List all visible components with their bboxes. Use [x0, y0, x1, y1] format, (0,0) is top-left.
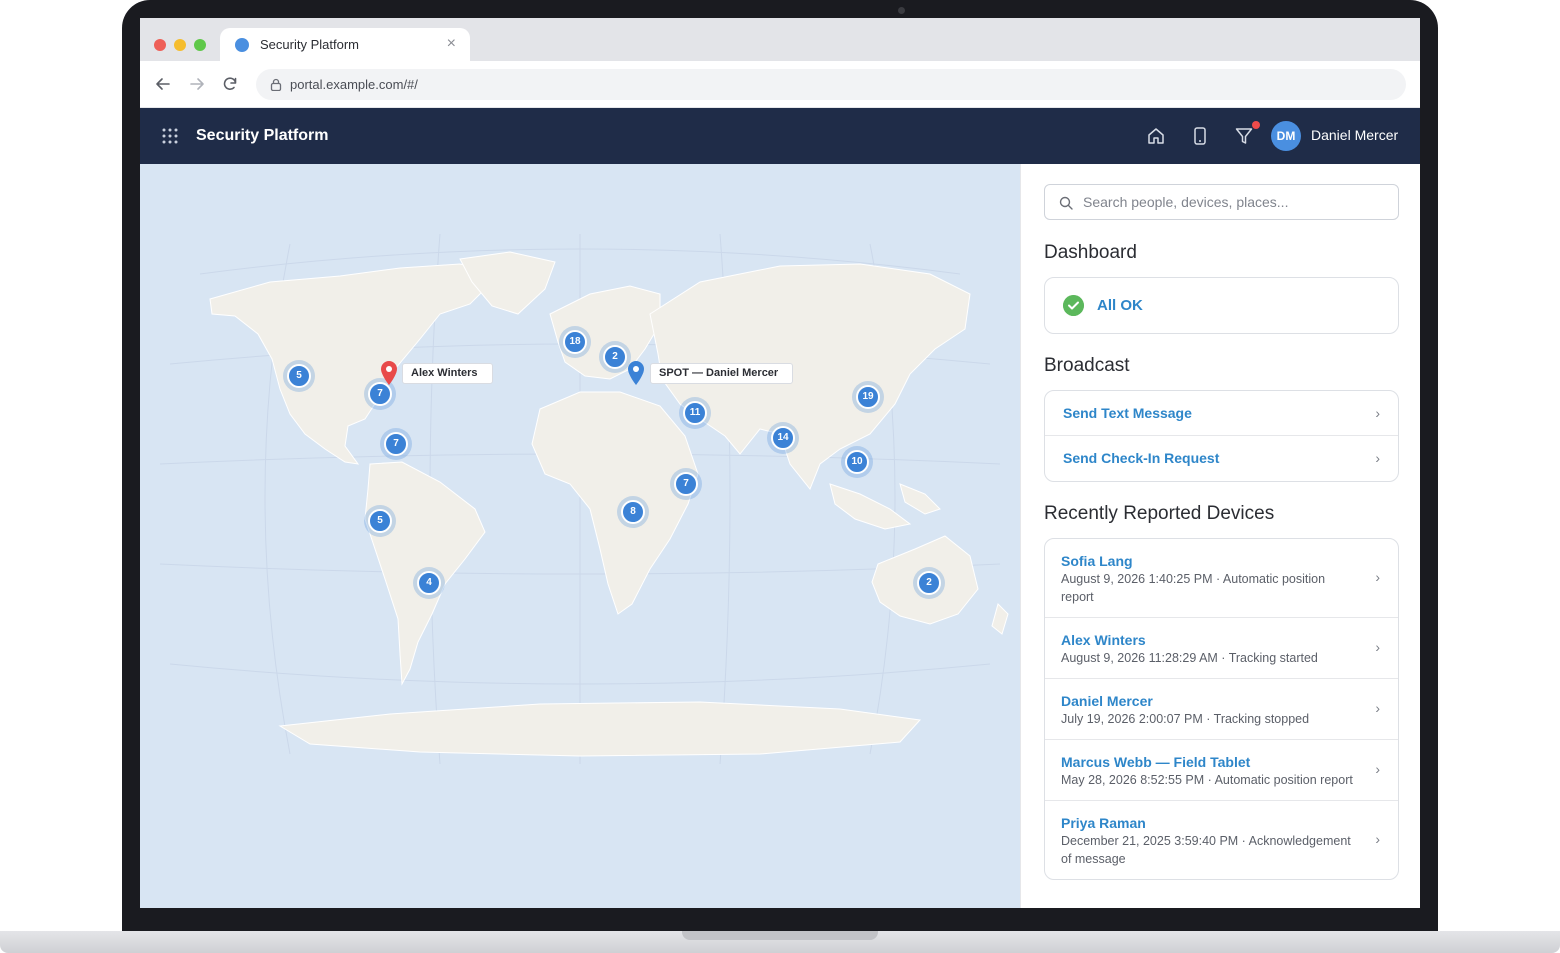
status-row[interactable]: All OK	[1045, 278, 1398, 333]
lock-icon	[270, 78, 282, 91]
tab-close-icon[interactable]: ×	[447, 35, 456, 53]
right-sidebar: Dashboard All OK Broadcast Send Text Mes…	[1020, 164, 1420, 908]
search-box[interactable]	[1044, 184, 1399, 220]
user-name[interactable]: Daniel Mercer	[1311, 127, 1398, 143]
cluster-marker[interactable]: 2	[917, 571, 941, 595]
maximize-window-button[interactable]	[194, 39, 206, 51]
cluster-marker[interactable]: 11	[683, 401, 707, 425]
address-bar: portal.example.com/#/	[140, 61, 1420, 108]
device-row[interactable]: Sofia Lang August 9, 2026 1:40:25 PM · A…	[1045, 539, 1398, 618]
app-title: Security Platform	[196, 127, 329, 144]
device-meta: August 9, 2026 1:40:25 PM · Automatic po…	[1061, 572, 1326, 604]
location-pin-icon[interactable]	[626, 360, 646, 386]
broadcast-title: Broadcast	[1044, 355, 1130, 376]
cluster-marker[interactable]: 19	[856, 385, 880, 409]
device-row[interactable]: Priya Raman December 21, 2025 3:59:40 PM…	[1045, 801, 1398, 879]
cluster-marker[interactable]: 14	[771, 426, 795, 450]
send-text-message-button[interactable]: Send Text Message ›	[1045, 391, 1398, 436]
cluster-marker[interactable]: 8	[621, 500, 645, 524]
location-pin-icon[interactable]	[379, 360, 399, 386]
device-icon[interactable]	[1190, 126, 1210, 146]
device-meta: August 9, 2026 11:28:29 AM · Tracking st…	[1061, 651, 1318, 665]
avatar[interactable]: DM	[1271, 121, 1301, 151]
forward-arrow-icon[interactable]	[188, 75, 206, 93]
laptop-notch	[682, 931, 878, 940]
cluster-marker[interactable]: 5	[287, 364, 311, 388]
tab-bar: Security Platform ×	[140, 18, 1420, 61]
world-map-land	[159, 233, 1009, 765]
filter-notification-dot	[1252, 121, 1260, 129]
broadcast-card: Send Text Message › Send Check-In Reques…	[1044, 390, 1399, 482]
browser-window: Security Platform × portal.example.com/#…	[140, 18, 1420, 908]
device-name: Alex Winters	[1061, 632, 1146, 648]
pin-label[interactable]: SPOT — Daniel Mercer	[650, 363, 794, 384]
apps-grid-icon[interactable]	[162, 128, 178, 144]
action-label: Send Check-In Request	[1063, 450, 1220, 466]
cluster-marker[interactable]: 7	[674, 472, 698, 496]
search-input[interactable]	[1083, 185, 1388, 219]
cluster-marker[interactable]: 10	[845, 450, 869, 474]
chevron-right-icon: ›	[1375, 761, 1380, 777]
world-map[interactable]: 5 7 7 5 4 18 2 11 7 8 14 19 10 2 Alex Wi…	[140, 164, 1020, 908]
app-header: Security Platform DM Daniel Mercer	[140, 108, 1420, 164]
device-name: Marcus Webb — Field Tablet	[1061, 754, 1251, 770]
recent-devices-list: Sofia Lang August 9, 2026 1:40:25 PM · A…	[1044, 538, 1399, 880]
status-card: All OK	[1044, 277, 1399, 334]
minimize-window-button[interactable]	[174, 39, 186, 51]
reload-icon[interactable]	[221, 75, 239, 93]
device-name: Sofia Lang	[1061, 553, 1133, 569]
chevron-right-icon: ›	[1375, 450, 1380, 466]
cluster-marker[interactable]: 2	[603, 345, 627, 369]
pin-label[interactable]: Alex Winters	[402, 363, 493, 384]
cluster-marker[interactable]: 7	[384, 432, 408, 456]
chevron-right-icon: ›	[1375, 639, 1380, 655]
cluster-marker[interactable]: 5	[368, 509, 392, 533]
chevron-right-icon: ›	[1375, 831, 1380, 847]
chevron-right-icon: ›	[1375, 405, 1380, 421]
recent-devices-title: Recently Reported Devices	[1044, 503, 1275, 524]
browser-tab[interactable]: Security Platform ×	[220, 28, 470, 61]
url-field[interactable]: portal.example.com/#/	[256, 69, 1406, 100]
chevron-right-icon: ›	[1375, 700, 1380, 716]
tab-title: Security Platform	[260, 37, 359, 52]
url-text: portal.example.com/#/	[290, 77, 418, 92]
filter-icon[interactable]	[1234, 126, 1254, 146]
device-name: Priya Raman	[1061, 815, 1146, 831]
check-circle-icon	[1063, 295, 1084, 316]
device-meta: December 21, 2025 3:59:40 PM · Acknowled…	[1061, 834, 1351, 866]
camera-dot	[898, 7, 905, 14]
chevron-right-icon: ›	[1375, 569, 1380, 585]
device-meta: May 28, 2026 8:52:55 PM · Automatic posi…	[1061, 773, 1353, 787]
cluster-marker[interactable]: 4	[417, 571, 441, 595]
home-icon[interactable]	[1146, 126, 1166, 146]
send-check-in-request-button[interactable]: Send Check-In Request ›	[1045, 436, 1398, 481]
favicon-icon	[235, 38, 249, 52]
close-window-button[interactable]	[154, 39, 166, 51]
device-row[interactable]: Alex Winters August 9, 2026 11:28:29 AM …	[1045, 618, 1398, 679]
status-text: All OK	[1097, 297, 1143, 314]
cluster-marker[interactable]: 18	[563, 330, 587, 354]
device-name: Daniel Mercer	[1061, 693, 1153, 709]
device-meta: July 19, 2026 2:00:07 PM · Tracking stop…	[1061, 712, 1310, 726]
device-row[interactable]: Daniel Mercer July 19, 2026 2:00:07 PM ·…	[1045, 679, 1398, 740]
back-arrow-icon[interactable]	[154, 75, 172, 93]
dashboard-title: Dashboard	[1044, 242, 1137, 263]
device-row[interactable]: Marcus Webb — Field Tablet May 28, 2026 …	[1045, 740, 1398, 801]
search-icon	[1059, 196, 1073, 210]
action-label: Send Text Message	[1063, 405, 1192, 421]
